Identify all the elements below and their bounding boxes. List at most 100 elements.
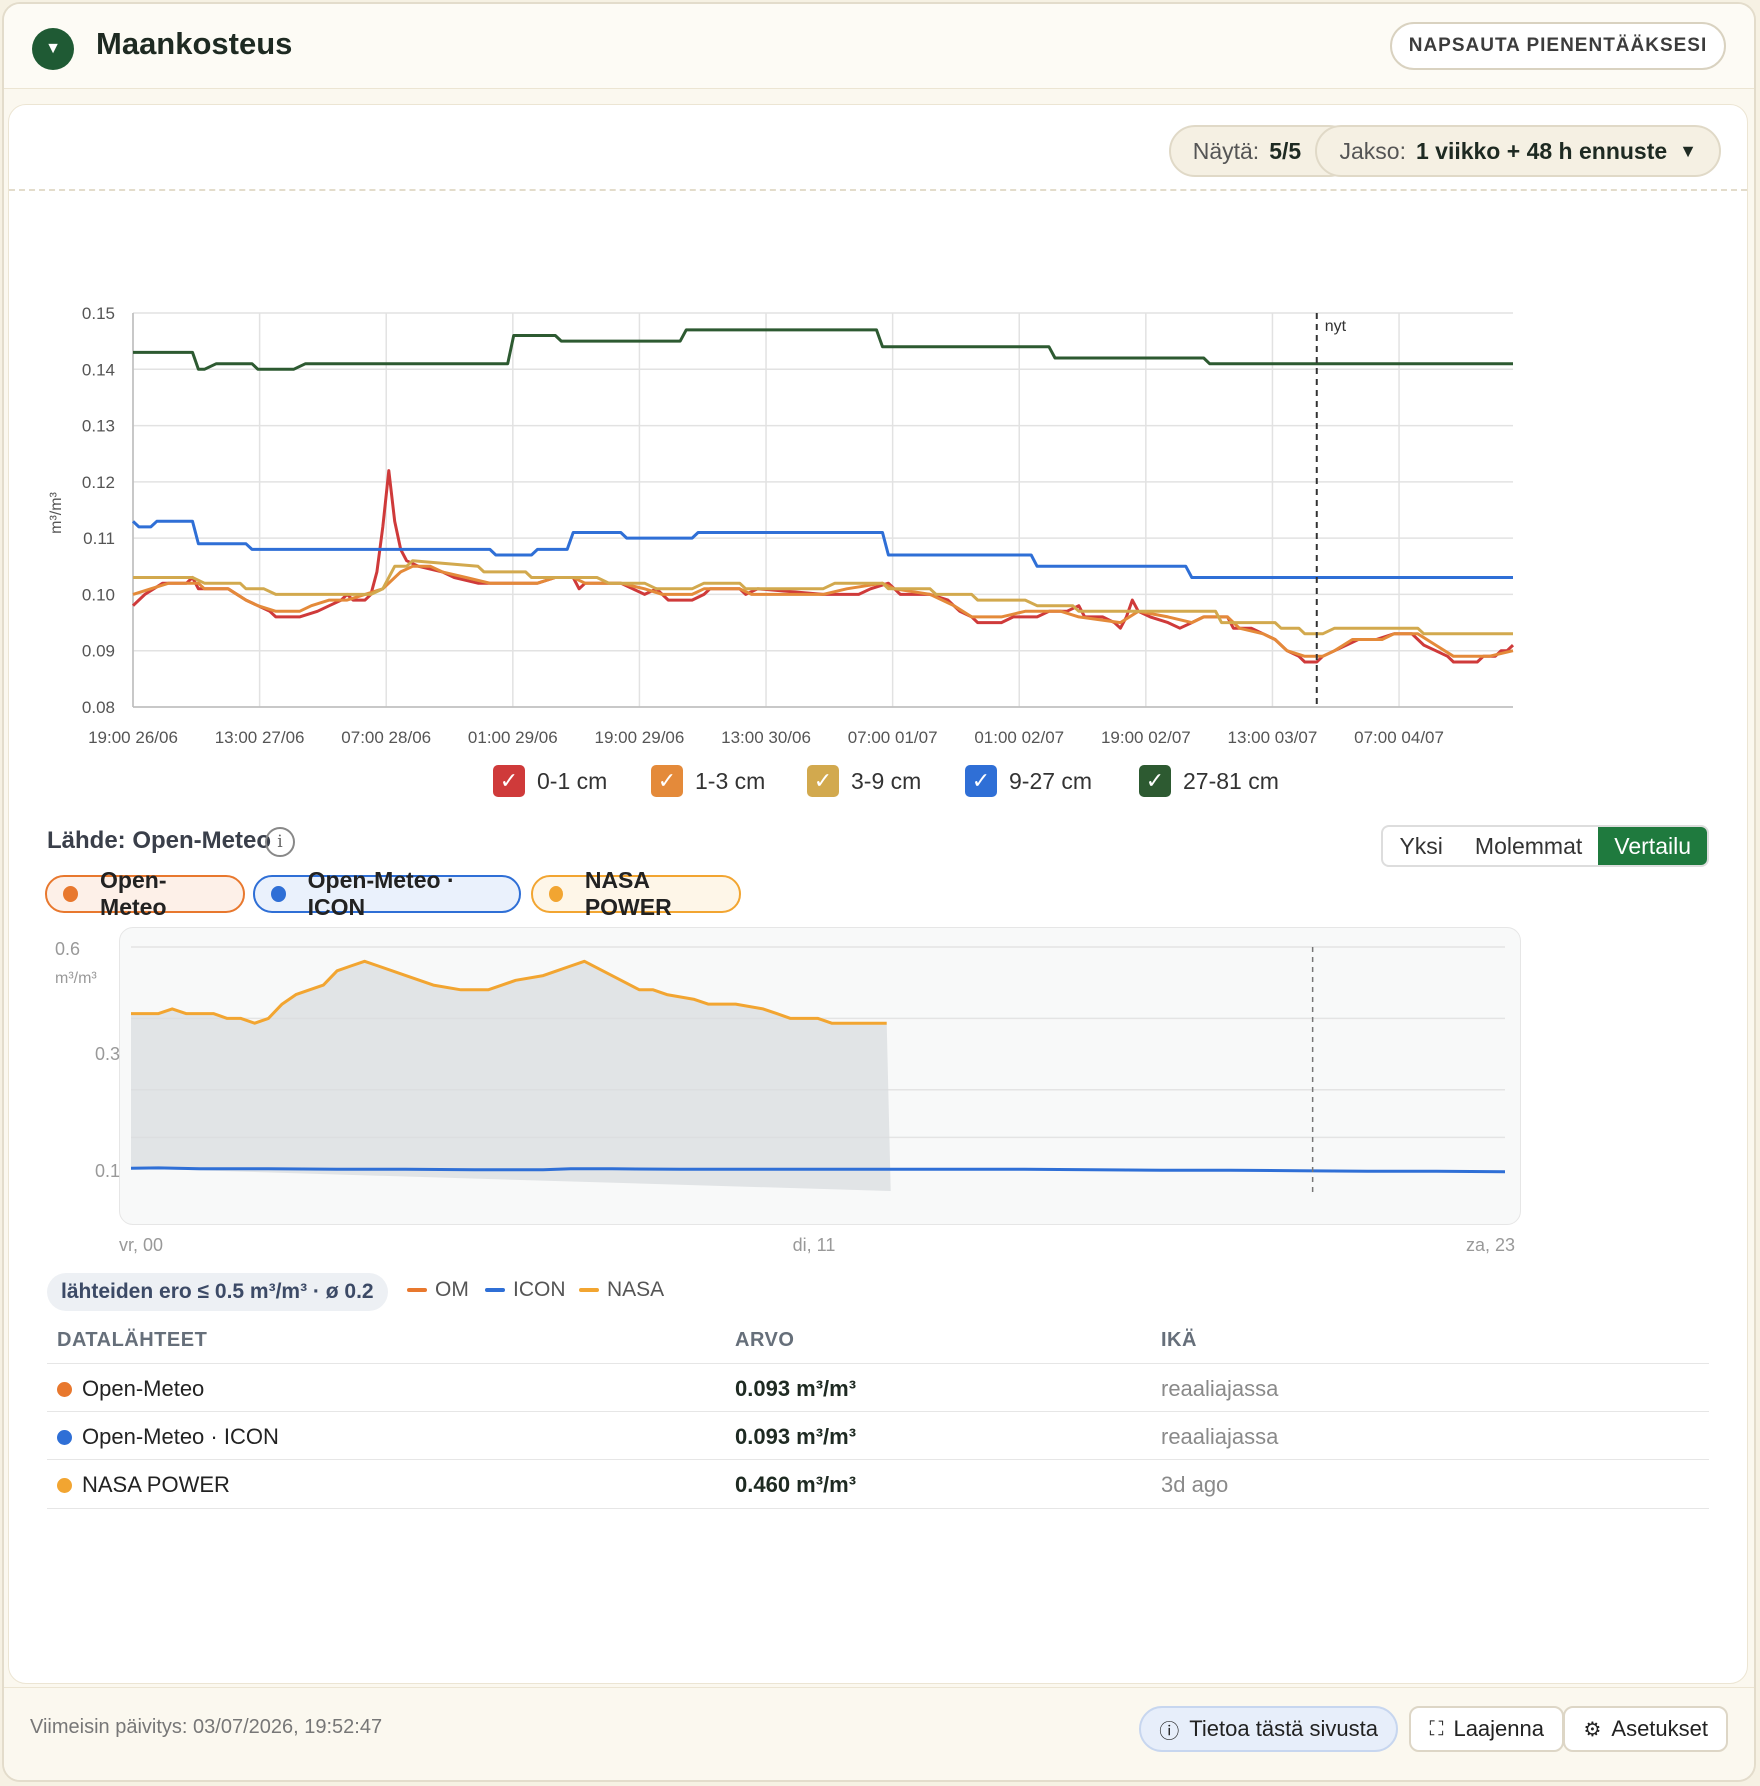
show-label: Näytä: <box>1192 137 1260 164</box>
diff-area <box>131 961 891 1191</box>
mode-yksi[interactable]: Yksi <box>1383 827 1458 865</box>
age-cell: reaaliajassa <box>1161 1424 1279 1449</box>
table-row: Open-Meteo · ICON 0.093 m³/m³ reaaliajas… <box>47 1411 1709 1460</box>
info-icon[interactable]: i <box>265 827 295 857</box>
expand-button[interactable]: ⛶ Laajenna <box>1409 1706 1564 1752</box>
y-axis-label: m³/m³ <box>48 491 65 533</box>
x-tick-label: 13:00 03/07 <box>1228 728 1318 747</box>
settings-label: Asetukset <box>1611 1716 1708 1741</box>
info-icon: ⓘ <box>1159 1720 1180 1743</box>
y-tick-label: 0.10 <box>82 585 115 604</box>
source-name: NASA POWER <box>82 1472 230 1497</box>
y-tick-label: 0.6 <box>55 939 80 959</box>
dot-icon <box>57 1429 72 1445</box>
last-updated: Viimeisin päivitys: 03/07/2026, 19:52:47 <box>30 1716 383 1738</box>
now-label: nyt <box>1325 318 1347 335</box>
legend-item-1-3[interactable]: ✓ 1-3 cm <box>651 765 765 797</box>
y-axis-label: m³/m³ <box>55 970 97 987</box>
age-cell: 3d ago <box>1161 1472 1229 1497</box>
caret-down-icon: ▼ <box>1679 140 1697 161</box>
mode-vertailu[interactable]: Vertailu <box>1598 827 1707 865</box>
source-name: Open-Meteo <box>82 1376 205 1401</box>
legend-label: 3-9 cm <box>851 767 922 794</box>
col-header-value: ARVO <box>735 1329 795 1351</box>
line-swatch <box>579 1288 599 1292</box>
source-title: Lähde: Open-Meteo <box>47 827 272 854</box>
dot-icon <box>549 886 563 902</box>
y-tick-label: 0.08 <box>82 698 115 717</box>
widget-frame: ▼ Maankosteus NAPSAUTA PIENENTÄÄKSESI Nä… <box>2 2 1756 1782</box>
legend-label: 9-27 cm <box>1009 767 1093 794</box>
widget-title: Maankosteus <box>96 26 293 61</box>
source-name: Open-Meteo · ICON <box>82 1424 279 1449</box>
y-tick-label: 0.1 <box>95 1161 120 1181</box>
legend-item-3-9[interactable]: ✓ 3-9 cm <box>807 765 921 797</box>
show-value: 5/5 <box>1269 137 1302 164</box>
expand-label: Laajenna <box>1453 1716 1544 1741</box>
x-tick-label: 01:00 29/06 <box>468 728 558 747</box>
gear-icon: ⚙ <box>1583 1718 1602 1741</box>
mini-legend-label: OM <box>435 1278 469 1301</box>
x-tick-label: 19:00 29/06 <box>595 728 685 747</box>
period-value: 1 viikko + 48 h ennuste <box>1415 137 1668 164</box>
line-swatch <box>485 1288 505 1292</box>
line-swatch <box>407 1288 427 1292</box>
y-tick-label: 0.09 <box>82 642 115 661</box>
x-tick-label: di, 11 <box>793 1235 836 1255</box>
legend-label: 1-3 cm <box>695 767 766 794</box>
legend-item-0-1[interactable]: ✓ 0-1 cm <box>493 765 607 797</box>
mode-switch: Yksi Molemmat Vertailu <box>1381 825 1709 867</box>
mini-legend-label: ICON <box>513 1278 566 1301</box>
value-cell: 0.460 m³/m³ <box>735 1472 857 1497</box>
source-cell: NASA POWER <box>57 1472 230 1498</box>
y-tick-label: 0.14 <box>82 360 115 379</box>
x-tick-label: 07:00 04/07 <box>1354 728 1444 747</box>
mode-molemmat[interactable]: Molemmat <box>1459 827 1598 865</box>
source-cell: Open-Meteo <box>57 1376 204 1402</box>
period-select[interactable]: Jakso: 1 viikko + 48 h ennuste ▼ <box>1315 125 1721 177</box>
value-cell: 0.093 m³/m³ <box>735 1376 857 1401</box>
source-cell: Open-Meteo · ICON <box>57 1424 279 1450</box>
legend-label: 27-81 cm <box>1183 767 1279 794</box>
chip-label: NASA POWER <box>584 867 672 920</box>
footer: Viimeisin päivitys: 03/07/2026, 19:52:47… <box>4 1687 1754 1780</box>
age-cell: reaaliajassa <box>1161 1376 1279 1401</box>
checkbox-icon: ✓ <box>651 765 683 797</box>
x-tick-label: 07:00 01/07 <box>848 728 938 747</box>
chart-legend: ✓ 0-1 cm ✓ 1-3 cm ✓ 3-9 cm ✓ 9-27 cm ✓ 27-81 … <box>9 765 1747 805</box>
minimize-button[interactable]: NAPSAUTA PIENENTÄÄKSESI <box>1390 22 1726 70</box>
chevron-down-icon[interactable]: ▼ <box>32 28 74 70</box>
value-cell: 0.093 m³/m³ <box>735 1424 857 1449</box>
source-diff-badge: lähteiden ero ≤ 0.5 m³/m³ · ø 0.2 <box>47 1273 388 1311</box>
chip-label: Open-Meteo · ICON <box>307 867 455 920</box>
source-chip-icon[interactable]: Open-Meteo · ICON <box>253 867 521 920</box>
settings-button[interactable]: ⚙ Asetukset <box>1563 1706 1728 1752</box>
about-button[interactable]: ⓘ Tietoa tästä sivusta <box>1139 1706 1398 1752</box>
x-tick-label: 13:00 27/06 <box>215 728 305 747</box>
y-tick-label: 0.3 <box>95 1044 120 1064</box>
col-header-age: IKÄ <box>1161 1329 1197 1351</box>
series-line-9-27 cm <box>131 519 1513 579</box>
series-line-27-81 cm <box>133 328 1513 371</box>
about-label: Tietoa tästä sivusta <box>1189 1716 1378 1741</box>
col-header-source: DATALÄHTEET <box>57 1329 208 1351</box>
series-line-3-9 cm <box>133 559 1513 636</box>
x-tick-label: 13:00 30/06 <box>721 728 811 747</box>
legend-item-27-81[interactable]: ✓ 27-81 cm <box>1139 765 1279 797</box>
dot-icon <box>57 1477 72 1493</box>
y-tick-label: 0.12 <box>82 473 115 492</box>
moisture-line-chart: 0.15 0.14 0.13 0.12 0.11 0.10 0.09 0.08 19:00 26… <box>48 304 1515 747</box>
checkbox-icon: ✓ <box>965 765 997 797</box>
y-tick-label: 0.13 <box>82 417 115 436</box>
dot-icon <box>63 886 79 902</box>
checkbox-icon: ✓ <box>1139 765 1171 797</box>
main-panel: Näytä: 5/5 ▼ Jakso: 1 viikko + 48 h ennu… <box>8 104 1748 1684</box>
table-row: Open-Meteo 0.093 m³/m³ reaaliajassa <box>47 1363 1709 1412</box>
chip-label: Open-Meteo <box>100 867 167 920</box>
source-chip-open-meteo[interactable]: Open-Meteo <box>45 867 245 920</box>
mini-legend-nasa: NASA <box>579 1278 664 1302</box>
period-label: Jakso: <box>1339 137 1406 164</box>
legend-item-9-27[interactable]: ✓ 9-27 cm <box>965 765 1092 797</box>
mini-legend-om: OM <box>407 1278 469 1302</box>
source-chip-nasa[interactable]: NASA POWER <box>531 867 741 920</box>
